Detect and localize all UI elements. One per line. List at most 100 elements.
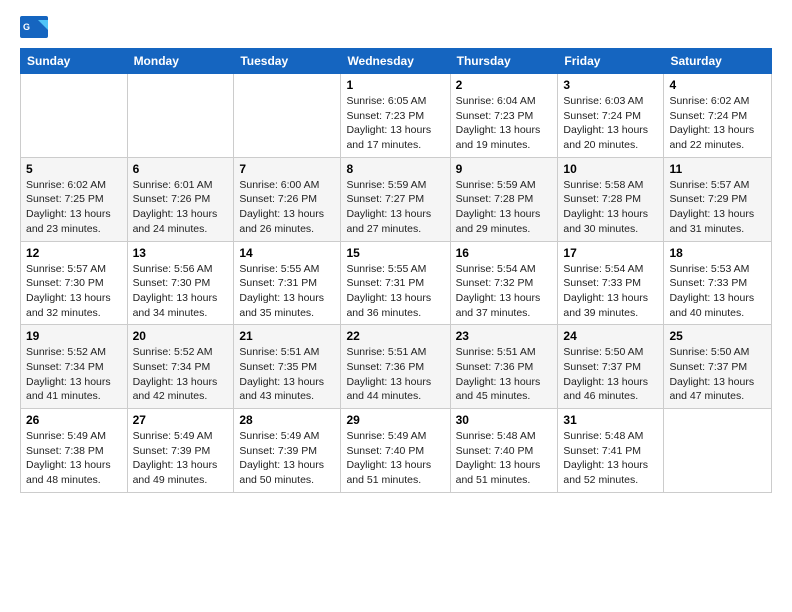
- day-info: Sunrise: 5:55 AMSunset: 7:31 PMDaylight:…: [239, 262, 335, 321]
- day-info: Sunrise: 5:49 AMSunset: 7:39 PMDaylight:…: [239, 429, 335, 488]
- day-cell: 14 Sunrise: 5:55 AMSunset: 7:31 PMDayligh…: [234, 241, 341, 325]
- week-row-4: 19 Sunrise: 5:52 AMSunset: 7:34 PMDayligh…: [21, 325, 772, 409]
- day-info: Sunrise: 5:59 AMSunset: 7:27 PMDaylight:…: [346, 178, 444, 237]
- day-cell: 23Sunrise: 5:51 AMSunset: 7:36 PMDayligh…: [450, 325, 558, 409]
- weekday-header-thursday: Thursday: [450, 49, 558, 74]
- weekday-header-tuesday: Tuesday: [234, 49, 341, 74]
- day-number: 19: [26, 329, 122, 343]
- day-cell: 17 Sunrise: 5:54 AMSunset: 7:33 PMDayligh…: [558, 241, 664, 325]
- day-cell: 19Sunrise: 5:52 AMSunset: 7:34 PMDayligh…: [21, 325, 128, 409]
- day-cell: 22 Sunrise: 5:51 AMSunset: 7:36 PMDayligh…: [341, 325, 450, 409]
- day-number: 22: [346, 329, 444, 343]
- week-row-5: 26 Sunrise: 5:49 AMSunset: 7:38 PMDayligh…: [21, 409, 772, 493]
- day-info: Sunrise: 6:02 AMSunset: 7:25 PMDaylight:…: [26, 178, 122, 237]
- day-cell: 20 Sunrise: 5:52 AMSunset: 7:34 PMDayligh…: [127, 325, 234, 409]
- day-info: Sunrise: 5:55 AMSunset: 7:31 PMDaylight:…: [346, 262, 444, 321]
- header: G: [20, 16, 772, 38]
- day-number: 13: [133, 246, 229, 260]
- day-info: Sunrise: 5:49 AMSunset: 7:39 PMDaylight:…: [133, 429, 229, 488]
- day-cell: 24 Sunrise: 5:50 AMSunset: 7:37 PMDayligh…: [558, 325, 664, 409]
- day-cell: 5 Sunrise: 6:02 AMSunset: 7:25 PMDaylight…: [21, 157, 128, 241]
- day-cell: 10Sunrise: 5:58 AMSunset: 7:28 PMDayligh…: [558, 157, 664, 241]
- day-cell: [21, 74, 128, 158]
- svg-text:G: G: [23, 22, 30, 32]
- day-number: 20: [133, 329, 229, 343]
- day-info: Sunrise: 6:03 AMSunset: 7:24 PMDaylight:…: [563, 94, 658, 153]
- day-number: 11: [669, 162, 766, 176]
- day-cell: 25Sunrise: 5:50 AMSunset: 7:37 PMDayligh…: [664, 325, 772, 409]
- day-cell: 7 Sunrise: 6:00 AMSunset: 7:26 PMDaylight…: [234, 157, 341, 241]
- day-cell: 4 Sunrise: 6:02 AMSunset: 7:24 PMDaylight…: [664, 74, 772, 158]
- day-number: 1: [346, 78, 444, 92]
- calendar-page: G SundayMondayTuesdayWednesdayThursdayFr…: [0, 0, 792, 612]
- day-number: 7: [239, 162, 335, 176]
- day-cell: 8 Sunrise: 5:59 AMSunset: 7:27 PMDaylight…: [341, 157, 450, 241]
- logo-icon: G: [20, 16, 48, 38]
- day-cell: 3Sunrise: 6:03 AMSunset: 7:24 PMDaylight…: [558, 74, 664, 158]
- weekday-header-sunday: Sunday: [21, 49, 128, 74]
- logo: G: [20, 16, 52, 38]
- day-cell: 11Sunrise: 5:57 AMSunset: 7:29 PMDayligh…: [664, 157, 772, 241]
- day-cell: 26 Sunrise: 5:49 AMSunset: 7:38 PMDayligh…: [21, 409, 128, 493]
- day-number: 14: [239, 246, 335, 260]
- calendar-table: SundayMondayTuesdayWednesdayThursdayFrid…: [20, 48, 772, 493]
- day-number: 27: [133, 413, 229, 427]
- day-cell: [664, 409, 772, 493]
- day-info: Sunrise: 5:52 AMSunset: 7:34 PMDaylight:…: [133, 345, 229, 404]
- day-number: 21: [239, 329, 335, 343]
- day-number: 16: [456, 246, 553, 260]
- day-cell: 30 Sunrise: 5:48 AMSunset: 7:40 PMDayligh…: [450, 409, 558, 493]
- day-info: Sunrise: 5:57 AMSunset: 7:30 PMDaylight:…: [26, 262, 122, 321]
- day-cell: 16 Sunrise: 5:54 AMSunset: 7:32 PMDayligh…: [450, 241, 558, 325]
- day-number: 18: [669, 246, 766, 260]
- day-info: Sunrise: 6:04 AMSunset: 7:23 PMDaylight:…: [456, 94, 553, 153]
- weekday-header-row: SundayMondayTuesdayWednesdayThursdayFrid…: [21, 49, 772, 74]
- day-number: 28: [239, 413, 335, 427]
- day-cell: 27 Sunrise: 5:49 AMSunset: 7:39 PMDayligh…: [127, 409, 234, 493]
- day-info: Sunrise: 5:51 AMSunset: 7:35 PMDaylight:…: [239, 345, 335, 404]
- day-cell: 15 Sunrise: 5:55 AMSunset: 7:31 PMDayligh…: [341, 241, 450, 325]
- day-info: Sunrise: 6:01 AMSunset: 7:26 PMDaylight:…: [133, 178, 229, 237]
- day-number: 30: [456, 413, 553, 427]
- day-cell: 1Sunrise: 6:05 AMSunset: 7:23 PMDaylight…: [341, 74, 450, 158]
- day-cell: 13 Sunrise: 5:56 AMSunset: 7:30 PMDayligh…: [127, 241, 234, 325]
- day-number: 26: [26, 413, 122, 427]
- day-cell: 18 Sunrise: 5:53 AMSunset: 7:33 PMDayligh…: [664, 241, 772, 325]
- day-number: 24: [563, 329, 658, 343]
- day-number: 31: [563, 413, 658, 427]
- day-info: Sunrise: 5:59 AMSunset: 7:28 PMDaylight:…: [456, 178, 553, 237]
- day-info: Sunrise: 5:48 AMSunset: 7:40 PMDaylight:…: [456, 429, 553, 488]
- day-cell: 6 Sunrise: 6:01 AMSunset: 7:26 PMDaylight…: [127, 157, 234, 241]
- day-cell: 12Sunrise: 5:57 AMSunset: 7:30 PMDayligh…: [21, 241, 128, 325]
- day-number: 15: [346, 246, 444, 260]
- day-info: Sunrise: 5:51 AMSunset: 7:36 PMDaylight:…: [346, 345, 444, 404]
- day-info: Sunrise: 5:48 AMSunset: 7:41 PMDaylight:…: [563, 429, 658, 488]
- day-number: 6: [133, 162, 229, 176]
- day-cell: [127, 74, 234, 158]
- day-info: Sunrise: 5:54 AMSunset: 7:33 PMDaylight:…: [563, 262, 658, 321]
- day-info: Sunrise: 5:49 AMSunset: 7:38 PMDaylight:…: [26, 429, 122, 488]
- day-number: 29: [346, 413, 444, 427]
- day-number: 5: [26, 162, 122, 176]
- day-info: Sunrise: 5:54 AMSunset: 7:32 PMDaylight:…: [456, 262, 553, 321]
- day-info: Sunrise: 6:00 AMSunset: 7:26 PMDaylight:…: [239, 178, 335, 237]
- day-cell: 21 Sunrise: 5:51 AMSunset: 7:35 PMDayligh…: [234, 325, 341, 409]
- day-number: 4: [669, 78, 766, 92]
- day-info: Sunrise: 5:56 AMSunset: 7:30 PMDaylight:…: [133, 262, 229, 321]
- day-cell: 31 Sunrise: 5:48 AMSunset: 7:41 PMDayligh…: [558, 409, 664, 493]
- day-cell: [234, 74, 341, 158]
- day-info: Sunrise: 5:58 AMSunset: 7:28 PMDaylight:…: [563, 178, 658, 237]
- week-row-2: 5 Sunrise: 6:02 AMSunset: 7:25 PMDaylight…: [21, 157, 772, 241]
- weekday-header-saturday: Saturday: [664, 49, 772, 74]
- day-number: 2: [456, 78, 553, 92]
- day-info: Sunrise: 6:02 AMSunset: 7:24 PMDaylight:…: [669, 94, 766, 153]
- weekday-header-monday: Monday: [127, 49, 234, 74]
- weekday-header-wednesday: Wednesday: [341, 49, 450, 74]
- day-number: 23: [456, 329, 553, 343]
- day-info: Sunrise: 5:50 AMSunset: 7:37 PMDaylight:…: [563, 345, 658, 404]
- day-number: 17: [563, 246, 658, 260]
- week-row-1: 1Sunrise: 6:05 AMSunset: 7:23 PMDaylight…: [21, 74, 772, 158]
- day-info: Sunrise: 5:53 AMSunset: 7:33 PMDaylight:…: [669, 262, 766, 321]
- day-cell: 29Sunrise: 5:49 AMSunset: 7:40 PMDayligh…: [341, 409, 450, 493]
- day-number: 8: [346, 162, 444, 176]
